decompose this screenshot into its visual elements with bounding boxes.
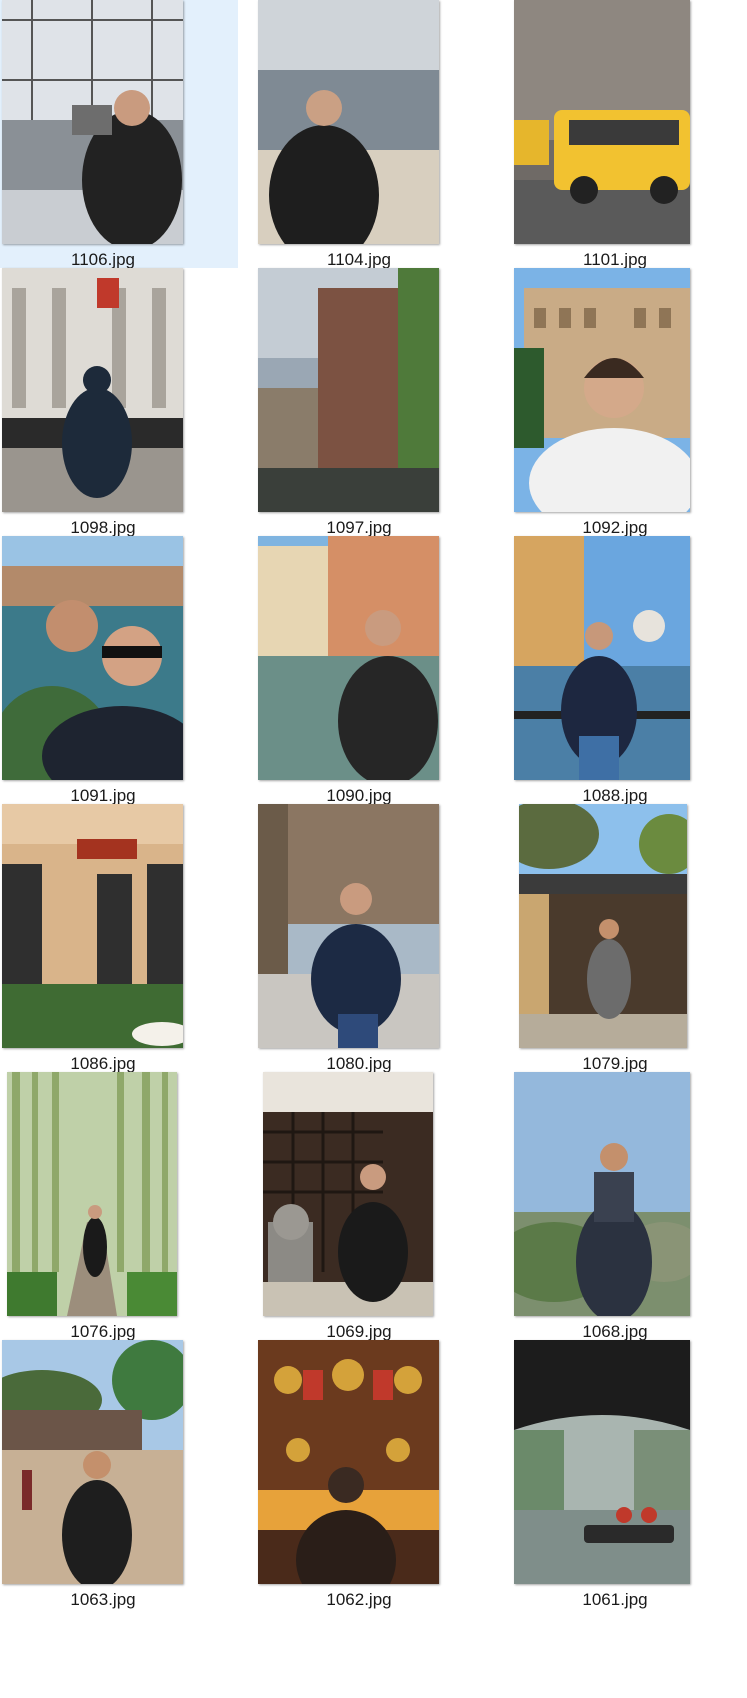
thumbnail-image[interactable] [2, 1340, 183, 1584]
file-tile[interactable]: 1097.jpg [256, 268, 494, 537]
file-name: 1088.jpg [582, 786, 648, 805]
file-tile[interactable]: 1076.jpg [0, 1072, 238, 1341]
file-name: 1104.jpg [327, 250, 391, 269]
thumbnail-image[interactable] [514, 536, 690, 780]
thumbnail-image[interactable] [258, 268, 439, 512]
file-tile[interactable]: 1086.jpg [0, 804, 238, 1073]
file-tile[interactable]: 1090.jpg [256, 536, 494, 805]
file-name: 1076.jpg [70, 1322, 136, 1341]
file-name: 1063.jpg [70, 1590, 136, 1609]
thumbnail-image[interactable] [258, 536, 439, 780]
thumbnail-image[interactable] [258, 804, 439, 1048]
thumbnail-image[interactable] [2, 536, 183, 780]
file-tile[interactable]: 1101.jpg [512, 0, 747, 269]
thumbnail-image[interactable] [258, 0, 439, 244]
file-tile[interactable]: 1062.jpg [256, 1340, 494, 1609]
thumbnail-image[interactable] [263, 1072, 433, 1316]
file-name: 1068.jpg [582, 1322, 648, 1341]
file-tile[interactable]: 1088.jpg [512, 536, 747, 805]
thumbnail-image[interactable] [514, 0, 690, 244]
thumbnail-image[interactable] [514, 1340, 690, 1584]
file-name: 1061.jpg [582, 1590, 648, 1609]
file-tile[interactable]: 1061.jpg [512, 1340, 747, 1609]
file-name: 1090.jpg [326, 786, 392, 805]
file-tile[interactable]: 1106.jpg [0, 0, 238, 269]
file-tile[interactable]: 1068.jpg [512, 1072, 747, 1341]
thumbnail-image[interactable] [2, 0, 183, 244]
file-tile[interactable]: 1098.jpg [0, 268, 238, 537]
file-name: 1098.jpg [70, 518, 136, 537]
file-name: 1069.jpg [326, 1322, 392, 1341]
file-name: 1092.jpg [582, 518, 648, 537]
thumbnail-image[interactable] [7, 1072, 177, 1316]
thumbnail-image[interactable] [2, 804, 183, 1048]
thumbnail-image[interactable] [514, 268, 690, 512]
file-name: 1091.jpg [70, 786, 136, 805]
file-tile[interactable]: 1063.jpg [0, 1340, 238, 1609]
thumbnail-image[interactable] [519, 804, 687, 1048]
file-name: 1080.jpg [326, 1054, 392, 1073]
thumbnail-image[interactable] [2, 268, 183, 512]
file-tile[interactable]: 1079.jpg [512, 804, 747, 1073]
file-name: 1101.jpg [583, 250, 647, 269]
file-name: 1062.jpg [326, 1590, 392, 1609]
thumbnail-grid: 1106.jpg 1104.jpg 1101.jpg 1098.jpg 1097… [0, 0, 747, 1698]
thumbnail-image[interactable] [514, 1072, 690, 1316]
file-tile[interactable]: 1069.jpg [256, 1072, 494, 1341]
file-name: 1106.jpg [71, 250, 135, 269]
file-tile[interactable]: 1104.jpg [256, 0, 494, 269]
file-name: 1086.jpg [70, 1054, 136, 1073]
thumbnail-image[interactable] [258, 1340, 439, 1584]
file-name: 1079.jpg [582, 1054, 648, 1073]
file-tile[interactable]: 1080.jpg [256, 804, 494, 1073]
file-tile[interactable]: 1092.jpg [512, 268, 747, 537]
file-name: 1097.jpg [326, 518, 392, 537]
file-tile[interactable]: 1091.jpg [0, 536, 238, 805]
